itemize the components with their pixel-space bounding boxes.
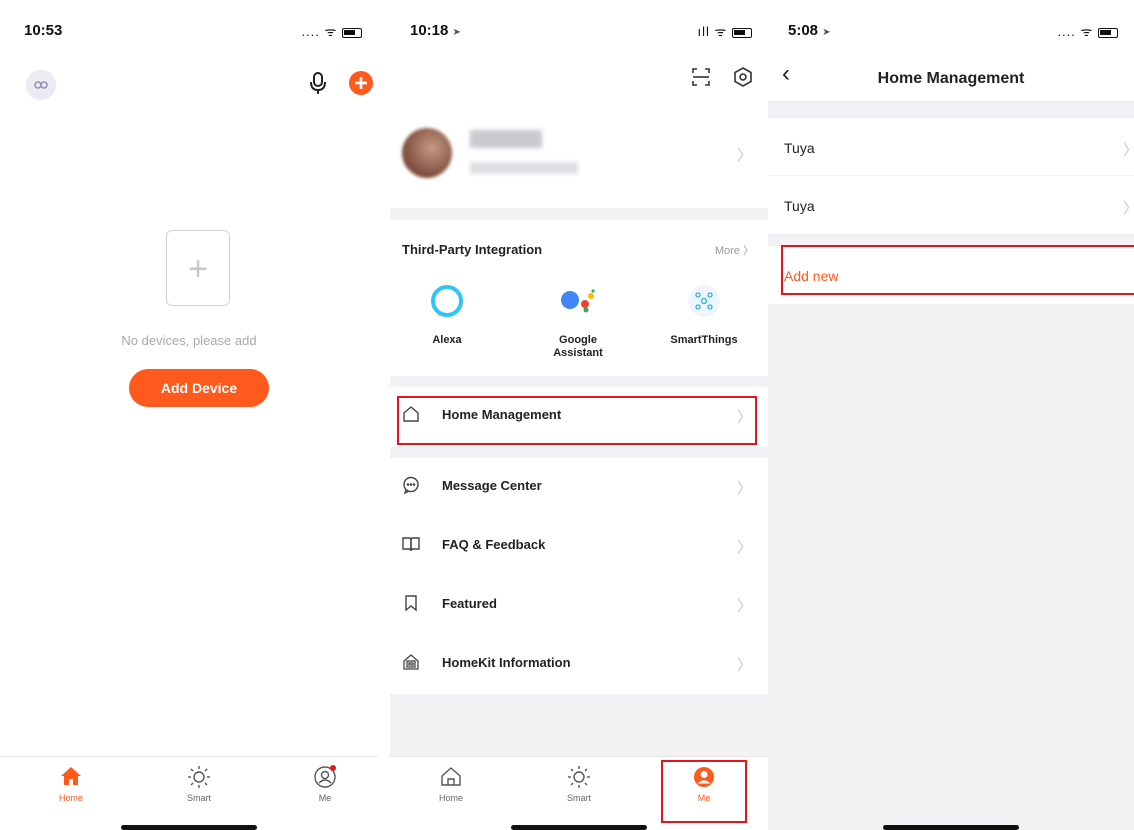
person-icon xyxy=(285,765,365,789)
battery-icon xyxy=(342,27,362,38)
google-assistant-icon xyxy=(523,282,633,320)
tab-me-label: Me xyxy=(318,793,332,803)
chevron-right-icon: 〉 xyxy=(736,480,752,497)
book-icon xyxy=(402,535,420,553)
status-time-value: 10:18 xyxy=(410,22,449,39)
status-icons: .... ᯤ xyxy=(301,22,362,40)
menu-faq-feedback[interactable]: FAQ & Feedback 〉 xyxy=(390,517,768,575)
signal-wifi-icon: .... ᯤ xyxy=(301,24,338,39)
homekit-icon xyxy=(402,653,420,671)
status-time: 5:08 ➤ xyxy=(788,22,831,39)
home-indicator xyxy=(121,825,257,830)
chevron-right-icon: 〉 xyxy=(736,657,752,674)
battery-icon xyxy=(1098,27,1118,38)
home-indicator xyxy=(883,825,1019,830)
sun-icon xyxy=(159,765,239,789)
bookmark-icon xyxy=(402,594,420,612)
tab-smart-label: Smart xyxy=(566,793,591,803)
integration-card: Third-Party Integration More 〉 Alexa Goo… xyxy=(390,220,768,376)
home-indicator xyxy=(511,825,647,830)
highlight-box-add-new xyxy=(781,245,1134,295)
chevron-right-icon: 〉 xyxy=(743,245,754,257)
menu-list: Message Center 〉 FAQ & Feedback 〉 Featur… xyxy=(390,458,768,694)
profile-header: 10:18 ➤ ıll ᯤ 〉 xyxy=(390,0,768,208)
family-avatar-icon[interactable] xyxy=(26,70,56,100)
alexa-label: Alexa xyxy=(432,334,462,346)
home-name: Tuya xyxy=(784,198,815,214)
status-time: 10:18 ➤ xyxy=(410,22,461,39)
integration-alexa[interactable]: Alexa xyxy=(392,282,502,346)
chevron-right-icon: 〉 xyxy=(736,147,752,164)
tab-smart-label: Smart xyxy=(186,793,211,803)
signal-wifi-icon: .... ᯤ xyxy=(1057,24,1094,39)
smartthings-label: SmartThings xyxy=(670,334,738,346)
status-icons: .... ᯤ xyxy=(1057,22,1118,40)
tab-home[interactable]: Home xyxy=(31,765,111,803)
tab-home-label: Home xyxy=(58,793,83,803)
signal-wifi-icon: ıll ᯤ xyxy=(697,24,728,39)
chat-bubble-icon xyxy=(402,476,420,495)
menu-message-center[interactable]: Message Center 〉 xyxy=(390,458,768,516)
home-name: Tuya xyxy=(784,140,815,156)
profile-name-blurred xyxy=(470,130,542,148)
smartthings-icon xyxy=(649,282,759,320)
menu-label: Featured xyxy=(442,596,497,611)
home-screen: 10:53 .... ᯤ + No devices, please add Ad… xyxy=(0,0,378,830)
menu-label: FAQ & Feedback xyxy=(442,537,546,552)
status-bar: 5:08 ➤ .... ᯤ xyxy=(768,0,1134,50)
tab-smart[interactable]: Smart xyxy=(159,765,239,803)
empty-document-icon: + xyxy=(166,230,230,306)
highlight-box-me-tab xyxy=(661,760,747,823)
tab-home-label: Home xyxy=(438,793,463,803)
menu-homekit-information[interactable]: HomeKit Information 〉 xyxy=(390,635,768,693)
sun-icon xyxy=(539,765,619,789)
tab-me[interactable]: Me xyxy=(285,765,365,803)
scan-icon[interactable] xyxy=(690,66,712,88)
profile-avatar[interactable] xyxy=(402,128,452,178)
chevron-right-icon: 〉 xyxy=(736,539,752,556)
home-management-screen: 5:08 ➤ .... ᯤ ‹ Home Management Tuya 〉 T… xyxy=(768,0,1134,830)
status-time: 10:53 xyxy=(24,22,63,39)
integration-smartthings[interactable]: SmartThings xyxy=(649,282,759,346)
status-icons: ıll ᯤ xyxy=(697,22,752,40)
more-label: More xyxy=(714,245,740,257)
battery-icon xyxy=(732,27,752,38)
status-bar: 10:18 ➤ ıll ᯤ xyxy=(390,0,768,50)
location-arrow-icon: ➤ xyxy=(822,27,831,38)
add-device-button[interactable]: Add Device xyxy=(129,369,269,407)
menu-featured[interactable]: Featured 〉 xyxy=(390,576,768,634)
chevron-right-icon: 〉 xyxy=(1123,197,1134,218)
house-filled-icon xyxy=(31,765,111,789)
microphone-icon[interactable] xyxy=(306,70,330,96)
chevron-right-icon: 〉 xyxy=(736,598,752,615)
home-list-item[interactable]: Tuya 〉 xyxy=(768,176,1134,234)
chevron-right-icon: 〉 xyxy=(1123,139,1134,160)
tab-smart[interactable]: Smart xyxy=(539,765,619,803)
home-list-item[interactable]: Tuya 〉 xyxy=(768,118,1134,176)
location-arrow-icon: ➤ xyxy=(452,27,461,38)
integration-title: Third-Party Integration xyxy=(402,242,543,257)
integration-google-assistant[interactable]: Google Assistant xyxy=(523,282,633,360)
highlight-box-home-management xyxy=(397,396,757,445)
me-screen: 10:18 ➤ ıll ᯤ 〉 Third-Party Integration … xyxy=(390,0,768,830)
tab-bar: Home Smart Me xyxy=(0,756,378,830)
settings-gear-icon[interactable] xyxy=(732,66,754,88)
house-outline-icon xyxy=(411,765,491,789)
empty-state-text: No devices, please add xyxy=(121,333,257,348)
menu-label: HomeKit Information xyxy=(442,655,571,670)
more-link[interactable]: More 〉 xyxy=(715,242,754,258)
google-assistant-label: Google Assistant xyxy=(553,334,603,359)
add-plus-icon[interactable] xyxy=(349,71,373,95)
page-title: Home Management xyxy=(877,70,1025,87)
alexa-icon xyxy=(392,282,502,320)
profile-subtitle-blurred xyxy=(470,162,578,174)
status-time-value: 5:08 xyxy=(788,22,819,39)
navigation-bar: ‹ Home Management xyxy=(768,50,1134,102)
tab-home[interactable]: Home xyxy=(411,765,491,803)
status-bar: 10:53 .... ᯤ xyxy=(0,0,378,50)
menu-label: Message Center xyxy=(442,478,542,493)
